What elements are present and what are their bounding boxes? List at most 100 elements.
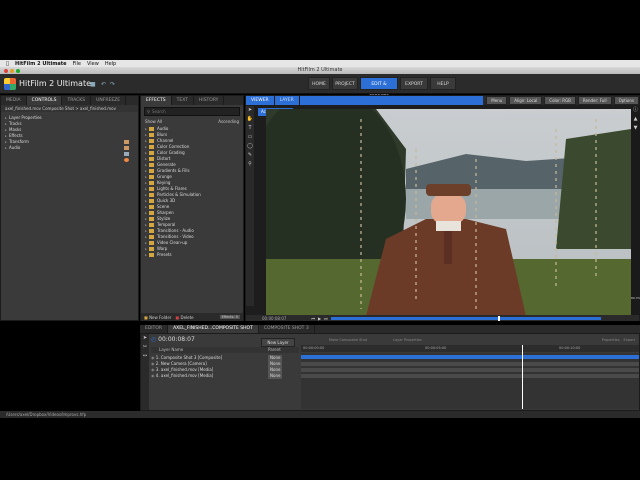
layer-name-header: Layer Name	[159, 347, 184, 352]
viewer-frame[interactable]	[266, 109, 631, 316]
visibility-icon[interactable]: ◉	[151, 361, 155, 366]
ripple-tool-icon[interactable]: ↔	[141, 352, 149, 361]
effects-sort-select[interactable]: Ascending	[218, 118, 239, 125]
timeline-playhead[interactable]	[522, 345, 523, 409]
menu-file[interactable]: File	[73, 61, 81, 67]
track-bar-composite[interactable]	[301, 355, 639, 359]
viewer-scrub-bar[interactable]	[330, 315, 601, 321]
viewer-playhead[interactable]	[498, 315, 501, 321]
nav-home-button[interactable]: HOME	[308, 77, 330, 90]
properties-button[interactable]: Properties	[602, 336, 620, 344]
track-bar-camera[interactable]	[301, 362, 639, 366]
tab-layer[interactable]: LAYER	[274, 96, 300, 105]
controls-item-label: Masks	[9, 127, 22, 132]
new-folder-button[interactable]: ■ New Folder	[144, 315, 171, 320]
text-tool-icon[interactable]: T	[246, 124, 254, 133]
nav-export-button[interactable]: EXPORT	[400, 77, 428, 90]
folder-icon	[149, 217, 154, 221]
arrow-up-icon[interactable]: ▲	[631, 115, 640, 124]
nav-help-button[interactable]: HELP	[430, 77, 456, 90]
effects-category-label: Color Grading	[157, 150, 185, 155]
effects-search[interactable]: ⚲	[144, 107, 240, 116]
effects-category-label: Generate	[157, 162, 176, 167]
controls-item-label: Tracks	[9, 121, 22, 126]
next-frame-icon[interactable]: ⏭	[324, 316, 328, 321]
folder-icon	[149, 175, 154, 179]
export-button[interactable]: Export	[624, 336, 635, 344]
effects-search-input[interactable]	[149, 108, 239, 115]
folder-icon	[149, 133, 154, 137]
tab-tracks[interactable]: TRACKS	[62, 96, 92, 105]
minimize-window-button[interactable]	[10, 68, 14, 73]
menu-view[interactable]: View	[87, 61, 99, 67]
select-tool-icon[interactable]: ➤	[141, 334, 149, 343]
select-tool-icon[interactable]: ➤	[246, 106, 254, 115]
close-window-button[interactable]	[4, 68, 8, 73]
viewer-menu-button[interactable]: Menu	[486, 96, 508, 105]
folder-icon	[149, 205, 154, 209]
play-icon[interactable]: ▶	[318, 316, 321, 321]
effects-category-item[interactable]: ▸ Presets	[141, 252, 243, 258]
nav-edit-effects-button[interactable]: EDIT & EFFECTS	[360, 77, 398, 100]
layer-parent-select[interactable]: None	[268, 373, 283, 379]
viewer-align-select[interactable]: Align: Local	[509, 96, 543, 105]
tab-media[interactable]: MEDIA	[1, 96, 27, 105]
track-bar-media[interactable]	[301, 374, 639, 378]
zoom-window-button[interactable]	[16, 68, 20, 73]
apple-icon[interactable]: 	[6, 61, 9, 67]
effects-category-label: Gradients & Fills	[157, 168, 190, 173]
pan-tool-icon[interactable]: ✋	[246, 115, 254, 124]
folder-icon	[149, 163, 154, 167]
slice-tool-icon[interactable]: ✂	[141, 343, 149, 352]
new-layer-button[interactable]: New Layer	[261, 338, 295, 347]
timeline-timecode[interactable]: 00:00:08:07	[158, 336, 195, 343]
effects-filter-select[interactable]: Show All	[145, 118, 162, 125]
tab-unfreeze[interactable]: UNFREEZE	[91, 96, 127, 105]
masks-icon	[124, 140, 129, 144]
controls-item-label: Audio	[9, 145, 21, 150]
visibility-icon[interactable]: ◉	[151, 373, 155, 378]
tab-controls[interactable]: CONTROLS	[26, 96, 63, 105]
rectangle-mask-icon[interactable]: ▭	[246, 133, 254, 142]
effects-category-label: Sharpen	[157, 210, 174, 215]
visibility-icon[interactable]: ◉	[151, 367, 155, 372]
menu-help[interactable]: Help	[105, 61, 116, 67]
effects-category-label: Distort	[157, 156, 171, 161]
prev-frame-icon[interactable]: ⏮	[311, 316, 315, 321]
viewer-zoom-label[interactable]: 89.3%	[631, 296, 640, 300]
layer-row[interactable]: ◉ 4. axel_finished.mov [Media] None	[151, 373, 299, 379]
folder-icon	[149, 235, 154, 239]
menubar-app-name[interactable]: HitFilm 2 Ultimate	[15, 61, 67, 67]
redo-icon[interactable]: ↷	[110, 81, 117, 88]
controls-item-audio[interactable]: ▸ Audio	[1, 145, 138, 151]
visibility-icon[interactable]: ◉	[151, 355, 155, 360]
delete-button[interactable]: ■ Delete	[175, 315, 193, 320]
undo-icon[interactable]: ↶	[101, 81, 108, 88]
tab-composite-shot[interactable]: AXEL_FINISHED...COMPOSITE SHOT	[168, 325, 259, 333]
tab-editor[interactable]: EDITOR	[140, 325, 169, 333]
zoom-tool-icon[interactable]: ⚲	[246, 160, 254, 169]
tab-history[interactable]: HISTORY	[194, 96, 225, 105]
tab-effects[interactable]: EFFECTS	[141, 96, 172, 105]
tab-viewer[interactable]: VIEWER	[246, 96, 275, 105]
timeline-ruler[interactable]: 00:00:00:00 00:00:05:00 00:00:10:00	[301, 345, 639, 352]
tab-composite-shot-3[interactable]: COMPOSITE SHOT 3	[259, 325, 315, 333]
info-icon[interactable]: ⓘ	[631, 106, 640, 115]
tab-text[interactable]: TEXT	[172, 96, 194, 105]
arrow-down-icon[interactable]: ▼	[631, 124, 640, 133]
effects-panel: EFFECTS TEXT HISTORY ⚲ Show All Ascendin…	[140, 95, 244, 321]
viewer-options-button[interactable]: Options	[613, 96, 639, 105]
track-bar-media[interactable]	[301, 368, 639, 372]
ruler-label: 00:00:05:00	[425, 346, 447, 350]
folder-icon: ■	[144, 314, 148, 320]
ellipse-mask-icon[interactable]: ◯	[246, 142, 254, 151]
nav-project-button[interactable]: PROJECT	[332, 77, 358, 90]
make-composite-button[interactable]: Make Composite Shot	[329, 336, 367, 344]
freehand-mask-icon[interactable]: ✎	[246, 151, 254, 160]
viewer-render-select[interactable]: Render: Full	[577, 96, 612, 105]
layer-name: 3. axel_finished.mov [Media]	[155, 367, 214, 372]
controls-tabs: MEDIA CONTROLS TRACKS UNFREEZE	[1, 96, 138, 105]
layer-properties-button[interactable]: Layer Properties	[393, 336, 422, 344]
viewer-color-select[interactable]: Color: RGB	[544, 96, 576, 105]
save-icon[interactable]: ■	[90, 81, 97, 88]
